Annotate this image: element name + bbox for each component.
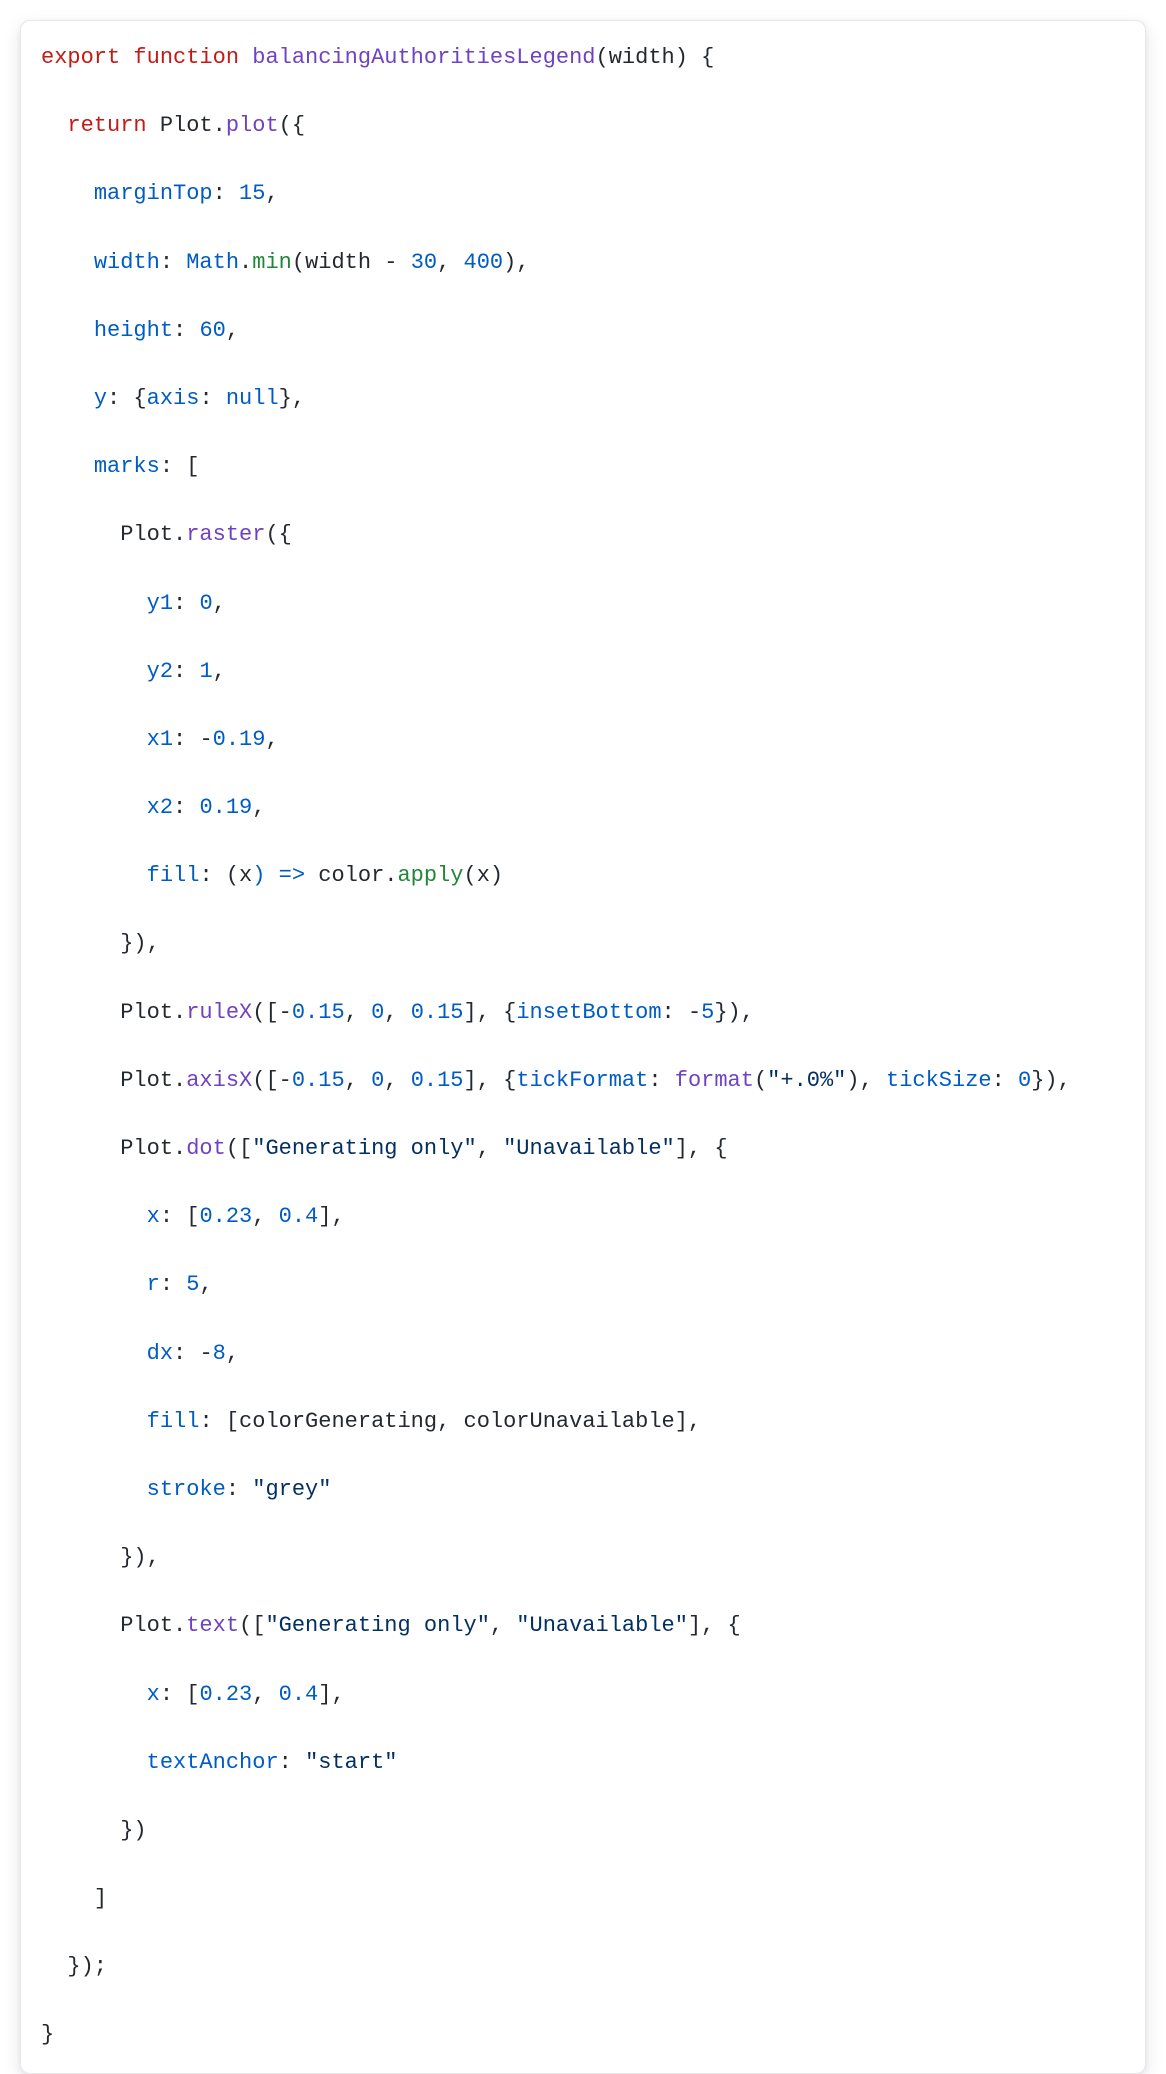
null-literal: null bbox=[226, 386, 279, 411]
property: axis bbox=[147, 386, 200, 411]
property: marginTop bbox=[94, 181, 213, 206]
string-literal: "grey" bbox=[252, 1477, 331, 1502]
code-line: dx: -8, bbox=[41, 1337, 1129, 1371]
code-line: ] bbox=[41, 1882, 1129, 1916]
method-call: raster bbox=[186, 522, 265, 547]
code-block: export function balancingAuthoritiesLege… bbox=[41, 41, 1129, 2053]
method-call: dot bbox=[186, 1136, 226, 1161]
code-line: y: {axis: null}, bbox=[41, 382, 1129, 416]
code-line: y1: 0, bbox=[41, 587, 1129, 621]
builtin: Math bbox=[186, 250, 239, 275]
code-line: x1: -0.19, bbox=[41, 723, 1129, 757]
code-line: return Plot.plot({ bbox=[41, 109, 1129, 143]
method-call: plot bbox=[226, 113, 279, 138]
code-line: fill: [colorGenerating, colorUnavailable… bbox=[41, 1405, 1129, 1439]
property: height bbox=[94, 318, 173, 343]
code-line: }), bbox=[41, 927, 1129, 961]
code-line: }), bbox=[41, 1541, 1129, 1575]
identifier: Plot bbox=[160, 113, 213, 138]
string-literal: "Generating only" bbox=[252, 1136, 476, 1161]
property: y bbox=[94, 386, 107, 411]
method-call: ruleX bbox=[186, 1000, 252, 1025]
code-line: Plot.ruleX([-0.15, 0, 0.15], {insetBotto… bbox=[41, 996, 1129, 1030]
code-line: stroke: "grey" bbox=[41, 1473, 1129, 1507]
code-line: }); bbox=[41, 1950, 1129, 1984]
param: width bbox=[609, 45, 675, 70]
number: 15 bbox=[239, 181, 265, 206]
keyword-export: export bbox=[41, 45, 120, 70]
code-line: } bbox=[41, 2018, 1129, 2052]
code-line: x2: 0.19, bbox=[41, 791, 1129, 825]
function-call: format bbox=[675, 1068, 754, 1093]
method-call: apply bbox=[397, 863, 463, 888]
method-call: text bbox=[186, 1613, 239, 1638]
string-literal: "Unavailable" bbox=[503, 1136, 675, 1161]
code-line: x: [0.23, 0.4], bbox=[41, 1200, 1129, 1234]
string-literal: "Generating only" bbox=[265, 1613, 489, 1638]
property: width bbox=[94, 250, 160, 275]
keyword-function: function bbox=[133, 45, 239, 70]
code-line: Plot.axisX([-0.15, 0, 0.15], {tickFormat… bbox=[41, 1064, 1129, 1098]
method-call: axisX bbox=[186, 1068, 252, 1093]
code-line: Plot.dot(["Generating only", "Unavailabl… bbox=[41, 1132, 1129, 1166]
property: marks bbox=[94, 454, 160, 479]
code-line: Plot.text(["Generating only", "Unavailab… bbox=[41, 1609, 1129, 1643]
code-line: Plot.raster({ bbox=[41, 518, 1129, 552]
code-line: width: Math.min(width - 30, 400), bbox=[41, 246, 1129, 280]
keyword-return: return bbox=[67, 113, 146, 138]
method-call: min bbox=[252, 250, 292, 275]
string-literal: "start" bbox=[305, 1750, 397, 1775]
code-line: x: [0.23, 0.4], bbox=[41, 1678, 1129, 1712]
code-line: textAnchor: "start" bbox=[41, 1746, 1129, 1780]
code-line: marks: [ bbox=[41, 450, 1129, 484]
code-line: }) bbox=[41, 1814, 1129, 1848]
string-literal: "+.0%" bbox=[767, 1068, 846, 1093]
code-line: y2: 1, bbox=[41, 655, 1129, 689]
code-line: height: 60, bbox=[41, 314, 1129, 348]
code-line: export function balancingAuthoritiesLege… bbox=[41, 41, 1129, 75]
string-literal: "Unavailable" bbox=[516, 1613, 688, 1638]
code-line: marginTop: 15, bbox=[41, 177, 1129, 211]
code-line: fill: (x) => color.apply(x) bbox=[41, 859, 1129, 893]
code-block-card: export function balancingAuthoritiesLege… bbox=[20, 20, 1146, 2074]
code-line: r: 5, bbox=[41, 1268, 1129, 1302]
function-name: balancingAuthoritiesLegend bbox=[252, 45, 595, 70]
